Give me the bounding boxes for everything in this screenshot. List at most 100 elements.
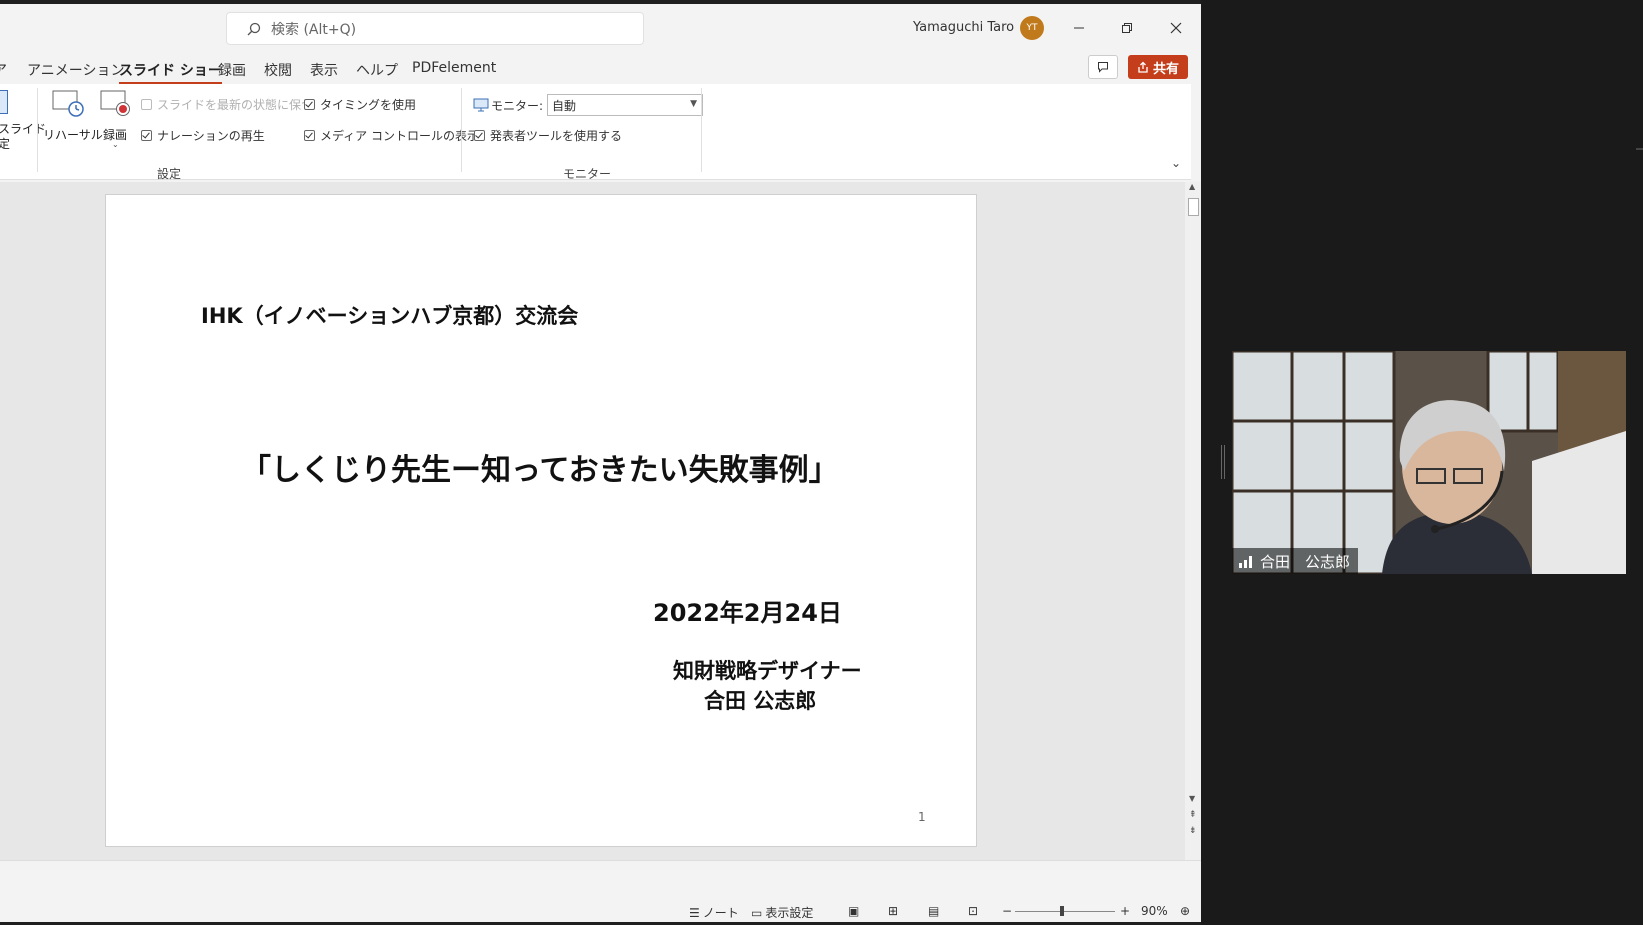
record-button[interactable]: 録画 ⌄ [99, 88, 135, 152]
keep-updated-label: スライドを最新の状態に保つ [157, 98, 314, 112]
zoom-in-icon: + [1120, 904, 1131, 918]
chevron-down-icon: ▼ [690, 99, 698, 109]
group-label-monitor: モニター [563, 167, 612, 181]
share-icon [1138, 61, 1148, 73]
close-icon [1170, 22, 1182, 34]
play-narration-checkbox[interactable]: ナレーションの再生 [141, 127, 265, 144]
previous-slide-icon[interactable]: ⇞ [1189, 810, 1197, 820]
status-bar: ☰ ノート ▭ 表示設定 ▣ ⊞ ▤ ⊡ − + 90% ⊕ [0, 900, 1201, 922]
tab-pdfelement[interactable]: PDFelement [412, 60, 496, 76]
display-settings-icon: ▭ [751, 905, 763, 920]
fit-window-icon: ⊕ [1180, 904, 1191, 918]
notes-label: ノート [702, 906, 739, 920]
participant-name: 合田 公志郎 [1260, 552, 1351, 571]
separator [461, 88, 462, 172]
slideshow-view-icon: ⊡ [968, 904, 979, 918]
panel-resize-handle[interactable] [1221, 445, 1225, 479]
monitor-value: 自動 [552, 98, 577, 113]
close-button[interactable] [1158, 12, 1194, 44]
use-timings-label: タイミングを使用 [320, 98, 417, 112]
user-name[interactable]: Yamaguchi Taro [913, 20, 1014, 35]
tab-partial[interactable]: ア [0, 60, 7, 80]
comment-icon [1098, 62, 1108, 73]
use-presenter-view-checkbox[interactable]: 発表者ツールを使用する [474, 127, 622, 144]
scroll-down-icon[interactable]: ▼ [1189, 794, 1195, 803]
normal-view-icon: ▣ [848, 904, 860, 918]
reading-view-button[interactable]: ▤ [928, 904, 939, 918]
tab-view[interactable]: 表示 [310, 60, 338, 80]
zoom-out-icon: − [1002, 904, 1013, 918]
share-button[interactable]: 共有 [1128, 55, 1188, 79]
slide-editor: IHK（イノベーションハブ京都）交流会 「しくじり先生ー知っておきたい失敗事例」… [0, 182, 1185, 860]
tab-review[interactable]: 校閲 [264, 60, 292, 80]
group-label-setup: 設定 [157, 167, 182, 181]
tab-help[interactable]: ヘルプ [356, 60, 398, 80]
rehearse-button[interactable]: リハーサル [43, 88, 103, 148]
setup-label-2: 定 [0, 137, 11, 151]
display-settings-button[interactable]: ▭ 表示設定 [751, 904, 813, 921]
checkbox-icon [474, 130, 485, 141]
play-narration-label: ナレーションの再生 [157, 129, 265, 143]
reading-view-icon: ▤ [928, 904, 940, 918]
scroll-up-icon[interactable]: ▲ [1189, 182, 1195, 191]
zoom-slider-thumb[interactable] [1060, 906, 1064, 916]
slideshow-view-button[interactable]: ⊡ [968, 904, 978, 918]
slideshow-setup-icon [0, 90, 8, 114]
checkbox-icon [304, 130, 315, 141]
checkbox-icon [304, 99, 315, 110]
slide-presenter-name[interactable]: 合田 公志郎 [704, 685, 816, 715]
fit-to-window-button[interactable]: ⊕ [1180, 904, 1190, 918]
collapse-ribbon-icon[interactable]: ⌄ [1171, 156, 1181, 170]
slide-date[interactable]: 2022年2月24日 [653, 593, 842, 628]
slide-presenter-role[interactable]: 知財戦略デザイナー [673, 655, 862, 685]
slide-sorter-button[interactable]: ⊞ [888, 904, 898, 918]
display-settings-label: 表示設定 [765, 906, 814, 920]
normal-view-button[interactable]: ▣ [848, 904, 859, 918]
tab-record[interactable]: 録画 [218, 60, 246, 80]
rehearse-label: リハーサル [43, 128, 103, 142]
slide-sorter-icon: ⊞ [888, 904, 899, 918]
search-icon [247, 22, 261, 35]
search-box[interactable]: 検索 (Alt+Q) [226, 12, 644, 45]
edge-marker [1636, 148, 1643, 150]
participant-video[interactable]: 合田 公志郎 [1232, 351, 1626, 574]
monitor-label: モニター: [491, 98, 544, 113]
checkbox-icon [141, 130, 152, 141]
tab-slideshow[interactable]: スライド ショー [119, 60, 222, 85]
notes-icon: ☰ [689, 905, 700, 920]
tab-animations[interactable]: アニメーション [27, 60, 124, 80]
restore-button[interactable] [1109, 12, 1145, 44]
record-icon [100, 90, 130, 116]
zoom-out-button[interactable]: − [1002, 904, 1012, 918]
participant-name-tag: 合田 公志郎 [1232, 548, 1359, 574]
monitor-select[interactable]: 自動 ▼ [547, 94, 704, 116]
minimize-button[interactable] [1061, 12, 1097, 44]
ribbon-panel: スライド 定 リハーサル 録画 ⌄ スライドを最新の状態に保つ ナレーションの再… [0, 84, 1191, 181]
zoom-slider[interactable] [1015, 906, 1115, 916]
monitor-row: モニター: 自動 ▼ [473, 94, 704, 116]
notes-pane[interactable] [0, 860, 1201, 900]
restore-icon [1122, 23, 1132, 33]
next-slide-icon[interactable]: ⇟ [1189, 826, 1197, 836]
vertical-scrollbar[interactable]: ▲ ▼ ⇞ ⇟ [1185, 182, 1201, 860]
slide-heading[interactable]: IHK（イノベーションハブ京都）交流会 [201, 300, 578, 330]
separator [37, 88, 38, 172]
title-bar: 検索 (Alt+Q) Yamaguchi Taro YT [0, 4, 1201, 52]
zoom-level[interactable]: 90% [1141, 904, 1168, 918]
use-timings-checkbox[interactable]: タイミングを使用 [304, 96, 416, 113]
notes-button[interactable]: ☰ ノート [689, 904, 739, 921]
comments-button[interactable] [1088, 55, 1118, 79]
slide-title[interactable]: 「しくじり先生ー知っておきたい失敗事例」 [241, 445, 839, 489]
rehearse-timings-icon [52, 90, 84, 117]
zoom-in-button[interactable]: + [1120, 904, 1130, 918]
setup-slideshow-button[interactable]: スライド 定 [0, 90, 46, 151]
video-frame [1232, 351, 1626, 574]
slide-page-number: 1 [918, 810, 926, 824]
keep-updated-checkbox: スライドを最新の状態に保つ [141, 96, 313, 113]
show-media-controls-checkbox[interactable]: メディア コントロールの表示 [304, 127, 479, 144]
slide-canvas[interactable]: IHK（イノベーションハブ京都）交流会 「しくじり先生ー知っておきたい失敗事例」… [105, 194, 977, 847]
scroll-thumb[interactable] [1188, 198, 1199, 216]
share-label: 共有 [1152, 61, 1179, 77]
signal-strength-icon [1239, 556, 1252, 568]
avatar[interactable]: YT [1020, 16, 1044, 40]
